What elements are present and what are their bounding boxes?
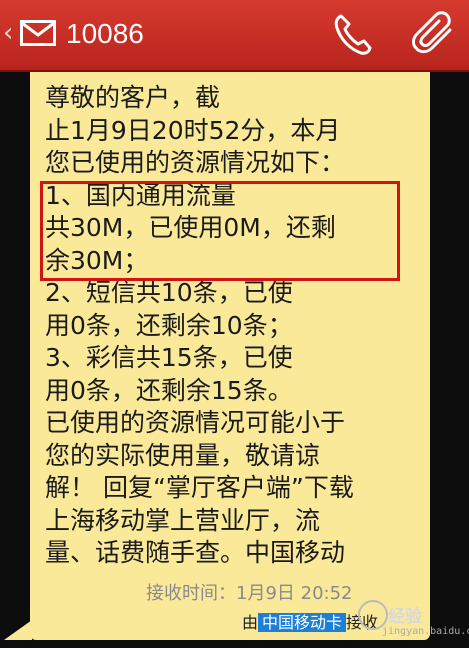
- message-line: 您已使用的资源情况如下：: [45, 148, 346, 177]
- via-prefix: 由: [242, 613, 259, 632]
- message-line: 止1月9日20时52分，本月: [45, 115, 341, 145]
- message-line: 您的实际使用量，敬请谅: [45, 440, 321, 470]
- baidu-watermark: 经验 jingyan.baidu.com: [352, 592, 469, 648]
- message-line: 用0条，还剩余10条；: [45, 310, 293, 340]
- watermark-url: jingyan.baidu.com: [382, 626, 469, 637]
- sim-badge: 中国移动卡: [258, 613, 347, 632]
- paperclip-icon[interactable]: [410, 10, 456, 58]
- received-time: 接收时间：1月9日 20:52: [146, 583, 353, 604]
- phone-icon[interactable]: [332, 12, 372, 56]
- watermark-text: 经验: [388, 607, 422, 627]
- message-line: 3、彩信共15条，已使: [45, 343, 293, 372]
- title-bar: ‹ 10086: [0, 0, 469, 72]
- message-line: 尊敬的客户，截: [45, 83, 221, 112]
- highlight-box: [40, 181, 400, 281]
- message-body: 尊敬的客户，截 止1月9日20时52分，本月 您已使用的资源情况如下： 1、国内…: [45, 82, 405, 570]
- message-line: 已使用的资源情况可能小于: [45, 408, 346, 437]
- sender-number: 10086: [66, 18, 144, 49]
- chevron-left-icon[interactable]: ‹: [3, 18, 13, 48]
- message-line: 量、话费随手查。中国移动: [45, 538, 346, 567]
- message-line: 上海移动掌上营业厅，流: [45, 505, 321, 535]
- bubble-tail: [4, 620, 32, 640]
- message-line: 用0条，还剩余15条。: [45, 375, 293, 405]
- message-line: 2、短信共10条，已使: [45, 278, 293, 307]
- message-line: 解！ 回复“掌厅客户端”下载: [45, 473, 354, 502]
- envelope-icon: [20, 20, 56, 46]
